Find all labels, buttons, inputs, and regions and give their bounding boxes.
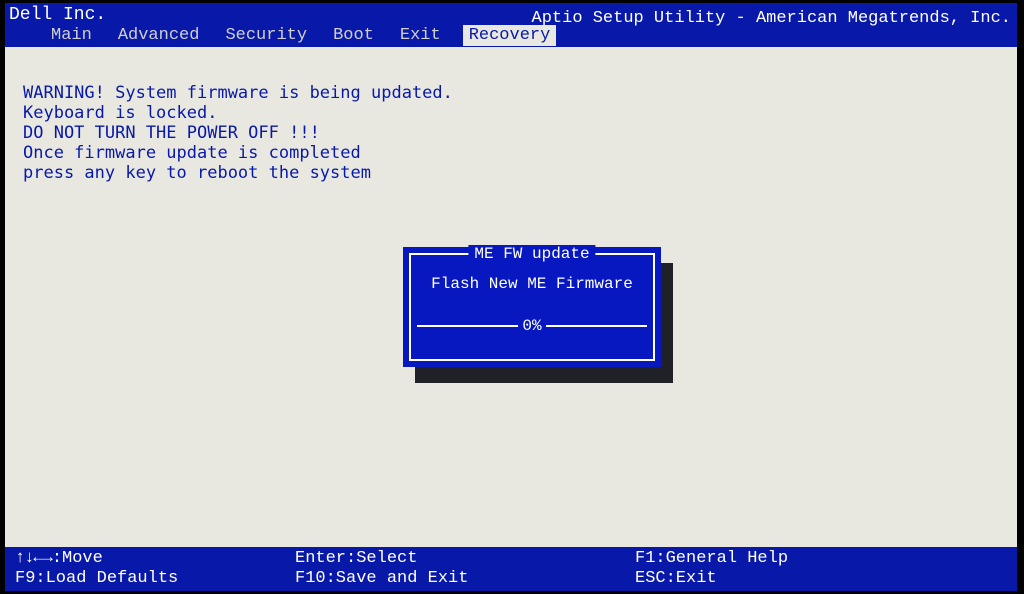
- hint-help: F1:General Help: [635, 549, 1007, 569]
- move-label: :Move: [52, 549, 103, 568]
- firmware-update-dialog: ME FW update Flash New ME Firmware 0%: [403, 247, 661, 367]
- tab-recovery[interactable]: Recovery: [463, 25, 557, 46]
- dialog-frame: ME FW update Flash New ME Firmware 0%: [409, 253, 655, 361]
- arrows-icon: ↑↓←→: [15, 549, 52, 568]
- tab-advanced[interactable]: Advanced: [114, 25, 204, 46]
- progress-bar: 0%: [417, 317, 647, 335]
- tab-boot[interactable]: Boot: [329, 25, 378, 46]
- header-bar: Dell Inc. Aptio Setup Utility - American…: [5, 3, 1017, 47]
- hint-exit: ESC:Exit: [635, 569, 1007, 589]
- warning-text: WARNING! System firmware is being update…: [23, 83, 999, 183]
- hint-move: ↑↓←→:Move: [15, 549, 295, 569]
- progress-line-right: [546, 325, 647, 327]
- tab-security[interactable]: Security: [221, 25, 311, 46]
- hint-save: F10:Save and Exit: [295, 569, 635, 589]
- menu-tabs: Main Advanced Security Boot Exit Recovery: [47, 25, 556, 46]
- dialog-title: ME FW update: [468, 245, 595, 263]
- hint-defaults: F9:Load Defaults: [15, 569, 295, 589]
- progress-percent: 0%: [518, 317, 545, 335]
- tab-main[interactable]: Main: [47, 25, 96, 46]
- tab-exit[interactable]: Exit: [396, 25, 445, 46]
- bios-screen: Dell Inc. Aptio Setup Utility - American…: [5, 3, 1017, 591]
- utility-title: Aptio Setup Utility - American Megatrend…: [532, 9, 1011, 28]
- dialog-body-text: Flash New ME Firmware: [411, 275, 653, 293]
- hint-select: Enter:Select: [295, 549, 635, 569]
- progress-line-left: [417, 325, 518, 327]
- footer-bar: ↑↓←→:Move Enter:Select F1:General Help F…: [5, 547, 1017, 591]
- vendor-label: Dell Inc.: [9, 5, 106, 25]
